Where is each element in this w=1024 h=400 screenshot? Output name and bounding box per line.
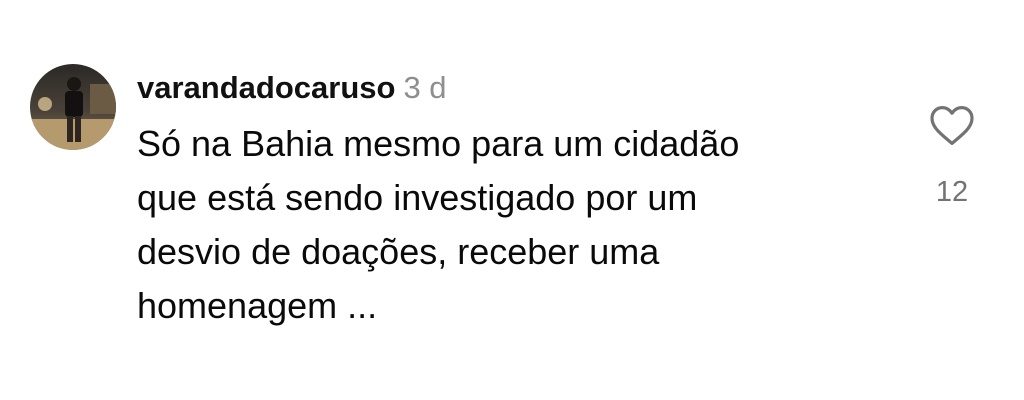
heart-icon <box>930 106 974 145</box>
comment-text-line: homenagem ... <box>137 285 378 326</box>
comment-text-line: que está sendo investigado por um <box>137 177 698 218</box>
username-link[interactable]: varandadocaruso <box>137 70 395 105</box>
comment-text-line: Só na Bahia mesmo para um cidadão <box>137 123 740 164</box>
avatar[interactable] <box>30 64 116 150</box>
like-button[interactable] <box>927 103 977 147</box>
comment-timestamp: 3 d <box>403 70 447 105</box>
comment-text-line: desvio de doações, receber uma <box>137 231 660 272</box>
avatar-photo <box>30 64 116 150</box>
like-count: 12 <box>935 176 969 208</box>
comment-item: varandadocaruso 3 d Só na Bahia mesmo par… <box>0 0 1024 400</box>
comment-body: Só na Bahia mesmo para um cidadão que es… <box>137 117 897 333</box>
comment-header: varandadocaruso 3 d <box>137 68 447 108</box>
